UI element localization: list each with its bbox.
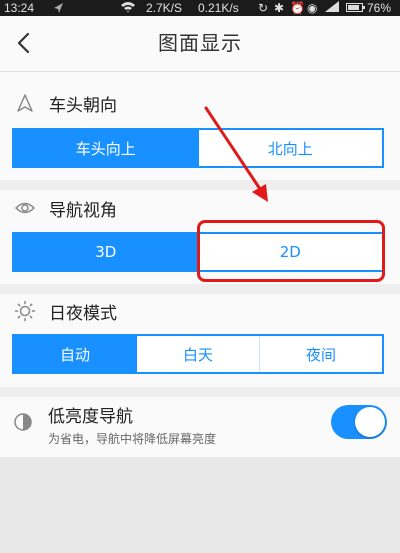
option-heading-up[interactable]: 车头向上	[14, 130, 198, 166]
status-bar: 13:24 2.7K/S 0.21K/s ↻ ✱ ⏰ ◉ 76%	[0, 0, 400, 16]
wifi-icon	[120, 1, 136, 16]
section-heading-label: 车头朝向	[49, 95, 117, 116]
status-speed-up: 0.21K/s	[198, 1, 239, 15]
low-brightness-description: 为省电，导航中将降低屏幕亮度	[48, 432, 217, 446]
section-heading-header: 车头朝向	[14, 89, 117, 117]
brightness-half-icon	[12, 411, 34, 433]
section-day-night-header: 日夜模式	[14, 297, 117, 325]
status-battery: 76%	[367, 1, 392, 15]
heading-segmented-control: 车头向上 北向上	[12, 128, 384, 168]
annotation-highlight-box	[197, 220, 385, 282]
low-brightness-toggle[interactable]	[331, 405, 387, 439]
section-divider	[0, 180, 400, 190]
status-time: 13:24	[4, 1, 35, 15]
day-night-segmented-control: 自动 白天 夜间	[12, 334, 384, 374]
option-north-up[interactable]: 北向上	[197, 130, 383, 166]
page-title: 图面显示	[158, 31, 242, 55]
option-night[interactable]: 夜间	[259, 336, 382, 372]
eye-icon	[14, 197, 36, 219]
battery-icon	[346, 3, 365, 12]
alarm-icon: ⏰	[290, 1, 305, 15]
low-brightness-label: 低亮度导航	[48, 407, 133, 427]
sync-icon: ↻	[258, 1, 269, 15]
section-divider	[0, 387, 400, 397]
toggle-knob	[355, 407, 385, 437]
signal-icon	[325, 1, 339, 15]
option-3d[interactable]: 3D	[14, 234, 198, 270]
nfc-icon: ◉	[307, 1, 318, 15]
app-header: 图面显示	[0, 16, 400, 72]
section-day-night-label: 日夜模式	[49, 303, 117, 324]
location-icon	[52, 2, 64, 17]
section-view-angle-label: 导航视角	[49, 200, 117, 221]
sun-icon	[14, 300, 36, 322]
bluetooth-icon: ✱	[274, 1, 285, 15]
navigation-arrow-icon	[14, 92, 36, 114]
option-day[interactable]: 白天	[136, 336, 259, 372]
section-view-angle-header: 导航视角	[14, 194, 117, 222]
option-auto[interactable]: 自动	[14, 336, 136, 372]
section-divider	[0, 284, 400, 294]
status-speed-down: 2.7K/S	[146, 1, 183, 15]
